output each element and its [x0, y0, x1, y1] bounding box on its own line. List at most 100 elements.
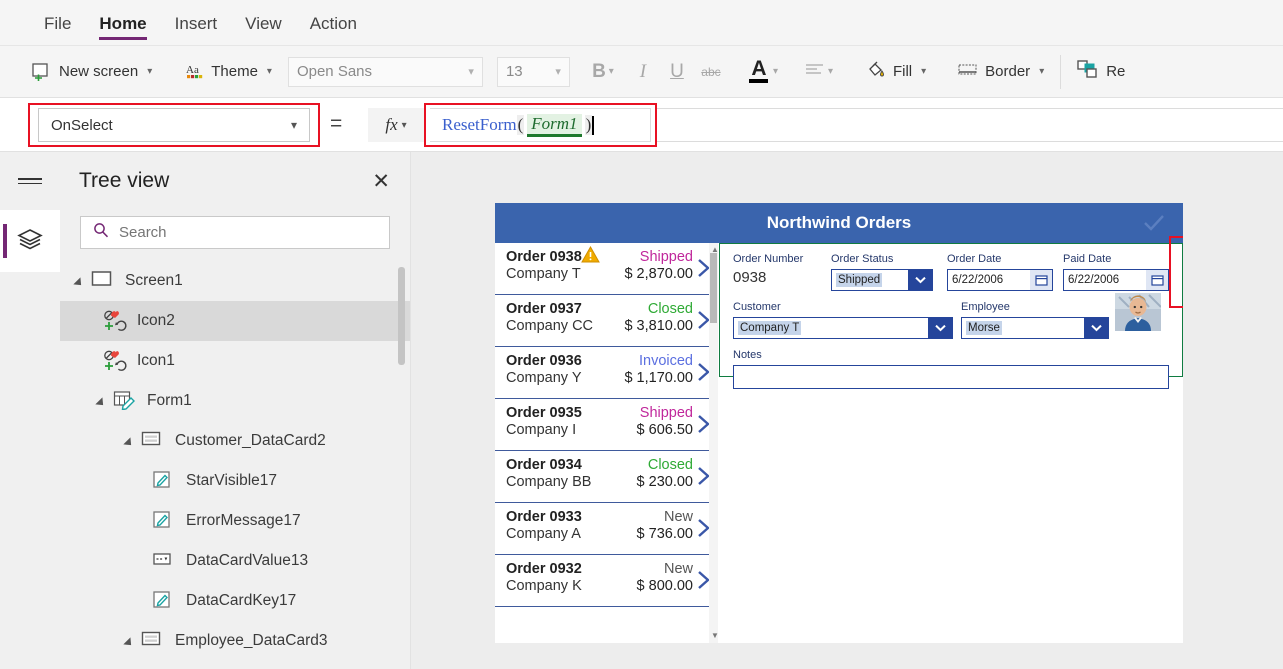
tree-node-customer-datacard2[interactable]: Customer_DataCard2: [60, 421, 410, 461]
border-button[interactable]: Border ▾: [948, 46, 1054, 98]
chevron-down-icon: ▾: [401, 119, 407, 131]
twisty-expanded-icon[interactable]: [124, 635, 137, 648]
theme-button[interactable]: Aa Theme ▾: [176, 46, 282, 98]
field-value: Shipped: [836, 273, 883, 287]
font-size-select[interactable]: 13 ▾: [496, 56, 570, 87]
fx-button[interactable]: fx ▾: [368, 108, 424, 142]
order-status-dropdown[interactable]: Shipped: [831, 269, 933, 291]
paid-date-input[interactable]: 6/22/2006: [1063, 269, 1169, 291]
tree-node-screen1[interactable]: Screen1: [60, 261, 410, 301]
app-title: Northwind Orders: [766, 213, 912, 232]
calendar-icon[interactable]: [1030, 270, 1052, 290]
order-amount: $ 800.00: [636, 578, 693, 594]
bold-button[interactable]: B ▾: [580, 55, 626, 89]
gallery-scrollbar-thumb[interactable]: [710, 253, 717, 323]
chevron-down-icon: ▾: [772, 66, 778, 77]
tab-file[interactable]: File: [30, 0, 85, 46]
field-label: Paid Date: [1063, 253, 1112, 265]
label-icon: [152, 590, 178, 612]
gallery-item[interactable]: Order 0938 Shipped Company T $ 2,870.00: [495, 243, 717, 295]
tree-node-errormessage17[interactable]: ErrorMessage17: [60, 501, 410, 541]
icon-group-icon: [103, 350, 129, 372]
tree-node-form1[interactable]: Form1: [60, 381, 410, 421]
order-amount: $ 2,870.00: [624, 266, 693, 282]
field-value: 6/22/2006: [952, 274, 1004, 286]
reorder-icon: [1077, 59, 1099, 84]
twisty-expanded-icon[interactable]: [96, 395, 109, 408]
property-select[interactable]: OnSelect ▾: [38, 108, 310, 142]
new-screen-button[interactable]: New screen ▾: [22, 46, 162, 98]
chevron-down-icon[interactable]: [908, 270, 932, 290]
tree-node-icon1[interactable]: Icon1: [60, 341, 410, 381]
twisty-expanded-icon[interactable]: [124, 435, 137, 448]
orders-gallery[interactable]: Order 0938 Shipped Company T $ 2,870.00: [495, 243, 717, 643]
reorder-label: Re: [1106, 63, 1126, 80]
search-input[interactable]: [119, 224, 377, 241]
tree-node-label: Customer_DataCard2: [175, 432, 326, 449]
tree-node-datacardvalue13[interactable]: DataCardValue13: [60, 541, 410, 581]
checkmark-icon[interactable]: [1143, 214, 1165, 232]
notes-input[interactable]: [733, 365, 1169, 389]
chevron-down-icon: ▾: [290, 118, 297, 132]
tree-node-datacardkey17[interactable]: DataCardKey17: [60, 581, 410, 621]
gallery-item[interactable]: Order 0933 New Company A $ 736.00: [495, 503, 717, 555]
tree-node-label: Icon2: [137, 312, 175, 329]
tree-node-icon2[interactable]: Icon2: [60, 301, 410, 341]
chevron-down-icon[interactable]: [1084, 318, 1108, 338]
calendar-icon[interactable]: [1146, 270, 1168, 290]
formula-input[interactable]: ResetForm(Form1): [430, 108, 651, 142]
fill-bucket-icon: [866, 60, 886, 84]
order-number: Order 0937: [506, 301, 582, 317]
hamburger-menu-button[interactable]: [0, 152, 60, 210]
formula-open-paren: (: [516, 115, 525, 135]
tree-scrollbar-thumb[interactable]: [398, 267, 405, 365]
tab-action[interactable]: Action: [296, 0, 371, 46]
scroll-down-icon[interactable]: ▼: [711, 631, 719, 640]
order-company: Company BB: [506, 474, 592, 490]
underline-label: U: [670, 60, 684, 82]
order-date-input[interactable]: 6/22/2006: [947, 269, 1053, 291]
underline-button[interactable]: U: [660, 55, 694, 89]
gallery-item[interactable]: Order 0935 Shipped Company I $ 606.50: [495, 399, 717, 451]
font-color-button[interactable]: A ▾: [740, 55, 786, 89]
chevron-down-icon[interactable]: [928, 318, 952, 338]
scroll-up-icon[interactable]: ▲: [711, 245, 719, 254]
gallery-item[interactable]: Order 0934 Closed Company BB $ 230.00: [495, 451, 717, 503]
italic-button[interactable]: I: [626, 55, 660, 89]
formula-function-token: ResetForm: [442, 115, 517, 134]
tab-view[interactable]: View: [231, 0, 296, 46]
search-box[interactable]: [80, 216, 390, 249]
fill-button[interactable]: Fill ▾: [856, 46, 936, 98]
new-screen-icon: [32, 62, 52, 81]
employee-avatar: [1115, 293, 1161, 331]
tree-node-starvisible17[interactable]: StarVisible17: [60, 461, 410, 501]
rail-item-tree-view[interactable]: [0, 210, 60, 272]
gallery-item[interactable]: Order 0937 Closed Company CC $ 3,810.00: [495, 295, 717, 347]
text-align-button[interactable]: ▾: [796, 55, 842, 89]
label-icon: [152, 470, 178, 492]
reorder-button[interactable]: Re: [1067, 46, 1135, 98]
tree-node-label: DataCardValue13: [186, 552, 309, 569]
gallery-item[interactable]: Order 0932 New Company K $ 800.00: [495, 555, 717, 607]
tab-home[interactable]: Home: [85, 0, 160, 46]
tree-node-employee-datacard3[interactable]: Employee_DataCard3: [60, 621, 410, 661]
order-company: Company A: [506, 526, 581, 542]
employee-dropdown[interactable]: Morse: [961, 317, 1109, 339]
gallery-item[interactable]: Order 0936 Invoiced Company Y $ 1,170.00: [495, 347, 717, 399]
order-status: New: [663, 561, 693, 577]
tree-node-list: Screen1 Icon2 Icon1 Form1 Customer_DataC…: [60, 261, 410, 668]
bold-label: B: [592, 60, 606, 82]
strikethrough-button[interactable]: abc: [694, 55, 728, 89]
twisty-expanded-icon[interactable]: [74, 275, 87, 288]
tab-insert[interactable]: Insert: [161, 0, 232, 46]
chevron-down-icon: ▾: [266, 66, 272, 77]
align-left-icon: [805, 61, 825, 83]
order-detail-form: Order Number 0938 Order Status Shipped O…: [719, 243, 1183, 643]
font-family-select[interactable]: Open Sans ▾: [287, 56, 483, 87]
formula-bar-empty-area[interactable]: [657, 108, 1283, 142]
field-order-date: Order Date 6/22/2006: [947, 253, 1053, 291]
close-icon[interactable]: ✕: [372, 171, 390, 192]
powerapps-studio: File Home Insert View Action New screen …: [0, 0, 1283, 669]
customer-dropdown[interactable]: Company T: [733, 317, 953, 339]
order-number: Order 0932: [506, 561, 582, 577]
